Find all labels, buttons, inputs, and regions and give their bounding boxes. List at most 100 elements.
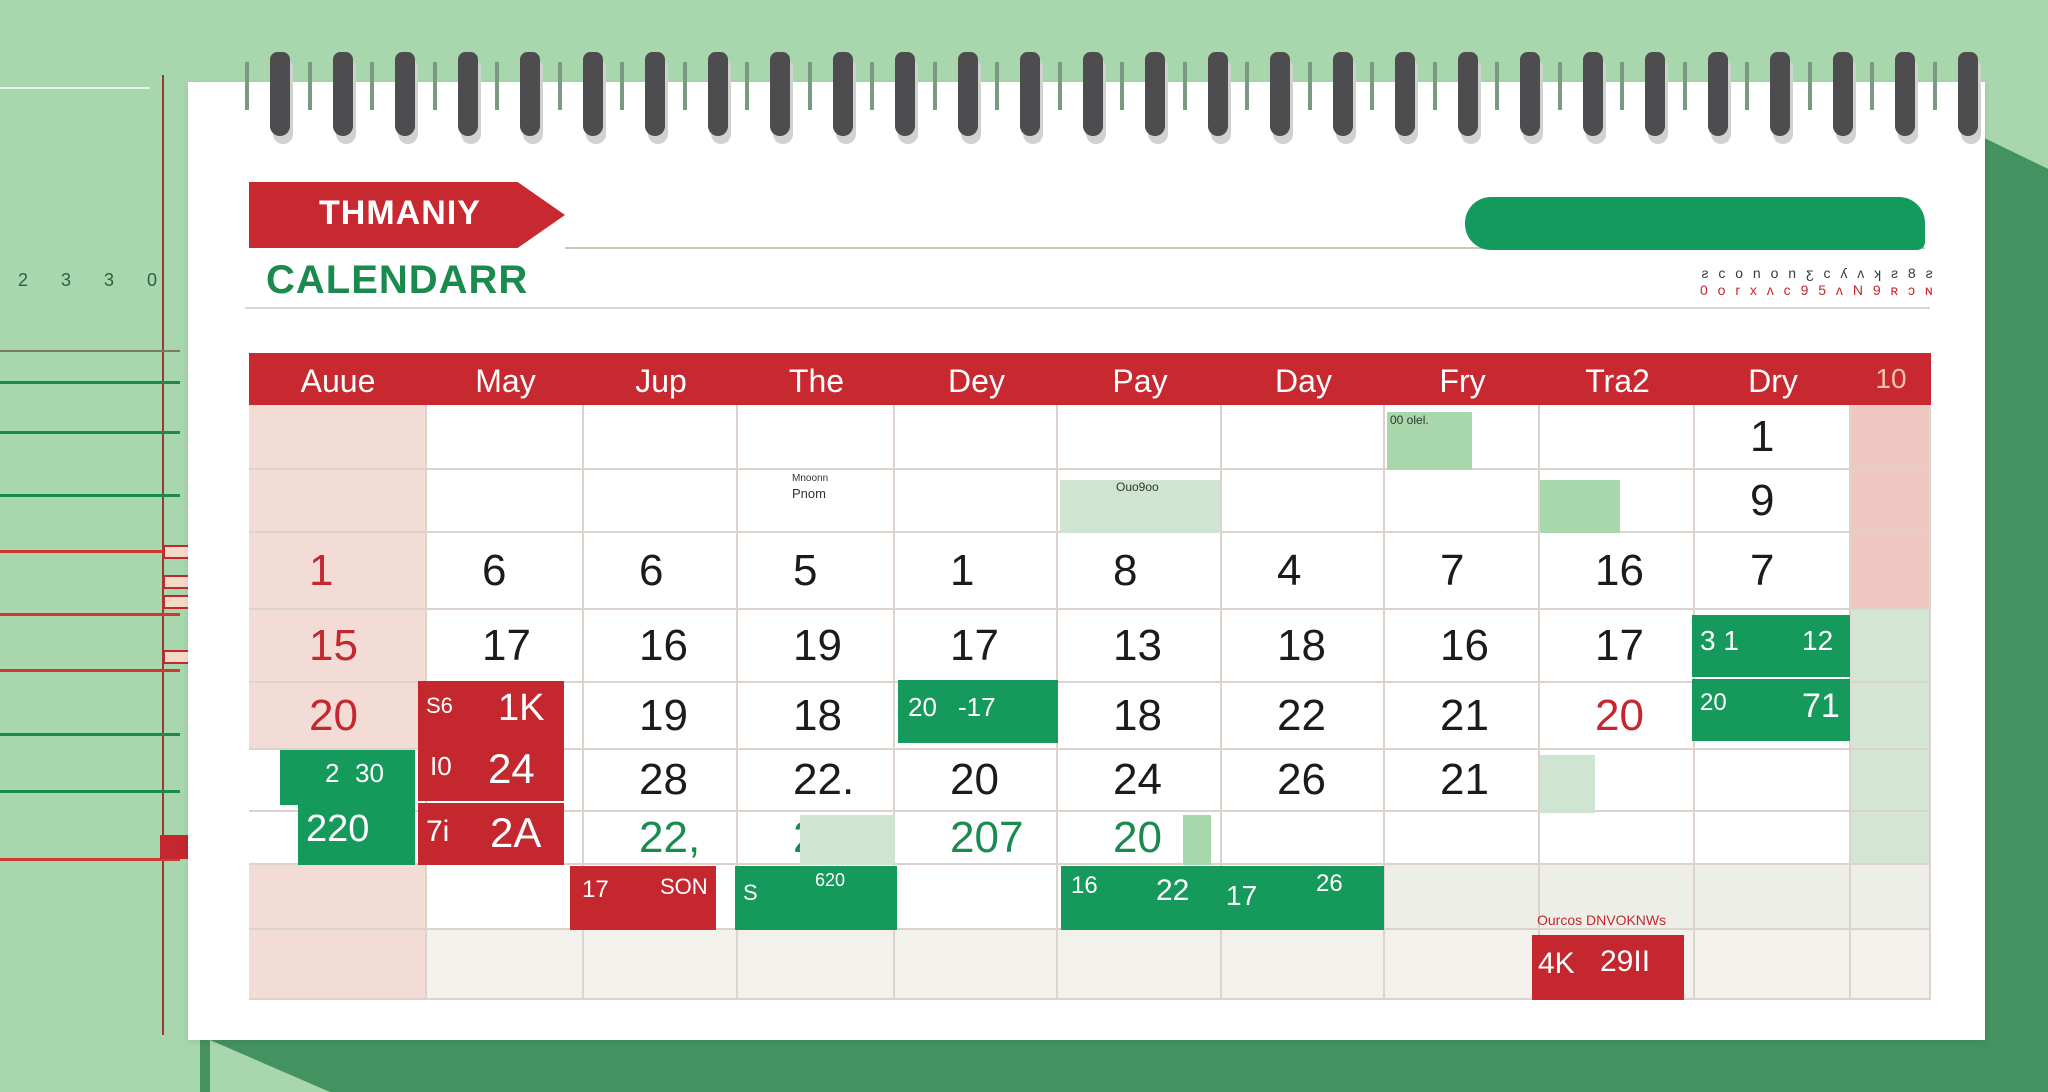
event-text: -17 [958, 692, 996, 722]
day-number: 18 [1277, 620, 1326, 670]
calendar-cell[interactable] [738, 405, 895, 470]
spiral-pin [495, 62, 499, 110]
calendar-cell[interactable] [895, 533, 1058, 610]
event-block[interactable]: 7i 2A [418, 803, 564, 865]
spiral-ring [1770, 52, 1790, 136]
spiral-ring [770, 52, 790, 136]
spiral-ring [332, 52, 353, 136]
left-rule [0, 550, 180, 553]
calendar-cell[interactable] [1851, 533, 1931, 610]
event-text: S6 [426, 693, 453, 718]
left-marker [163, 545, 191, 559]
calendar-cell[interactable] [1695, 812, 1851, 865]
left-marker [163, 595, 191, 609]
day-number: 8 [1113, 545, 1138, 595]
spiral-pin [1245, 62, 1249, 110]
calendar-cell[interactable] [1851, 405, 1931, 470]
calendar-cell[interactable] [1695, 750, 1851, 812]
calendar-cell[interactable] [427, 865, 584, 930]
calendar-cell[interactable] [1851, 683, 1931, 750]
event-block[interactable]: 16 22 17 26 [1061, 866, 1384, 930]
calendar-cell[interactable] [1540, 812, 1695, 865]
calendar-cell[interactable] [895, 405, 1058, 470]
day-number: 22 [1277, 690, 1326, 740]
left-rule [0, 350, 180, 352]
calendar-cell[interactable] [1851, 930, 1931, 1000]
spiral-ring [1582, 52, 1603, 136]
spiral-ring [895, 52, 915, 136]
calendar-cell[interactable] [249, 930, 427, 1000]
calendar-cell[interactable] [584, 470, 738, 533]
spiral-pin [1557, 62, 1562, 110]
day-number: 24 [1113, 755, 1162, 804]
event-block[interactable]: 4K 29II [1532, 935, 1684, 1000]
calendar-cell[interactable] [1851, 470, 1931, 533]
calendar-cell[interactable] [584, 405, 738, 470]
calendar-cell[interactable] [895, 930, 1058, 1000]
calendar-cell[interactable] [1851, 610, 1931, 683]
calendar-cell[interactable] [1385, 812, 1540, 865]
spiral-ring [1332, 52, 1353, 136]
calendar-cell[interactable] [427, 930, 584, 1000]
event-block[interactable]: 2 30 [280, 750, 415, 805]
day-number: 17 [950, 620, 999, 670]
calendar-cell[interactable] [249, 533, 427, 610]
event-block[interactable]: 3 1 12 [1692, 615, 1850, 677]
left-red-tab [160, 835, 188, 859]
calendar-cell[interactable] [895, 865, 1058, 930]
calendar-cell[interactable] [427, 405, 584, 470]
calendar-cell[interactable] [895, 470, 1058, 533]
day-number: 1 [950, 545, 975, 595]
day-number: 13 [1113, 620, 1162, 670]
calendar-cell[interactable] [1851, 750, 1931, 812]
event-block[interactable]: 220 [298, 800, 415, 865]
event-block[interactable]: S 620 [735, 866, 897, 930]
left-rule [0, 613, 180, 616]
event-text: 2 [325, 758, 340, 788]
event-block[interactable]: 17 SON [570, 866, 716, 930]
calendar-cell[interactable] [249, 470, 427, 533]
calendar-cell[interactable] [1851, 865, 1931, 930]
header-divider [245, 307, 1930, 309]
note-text: Ourcos DNVOKNWs [1537, 912, 1667, 928]
spiral-ring [707, 52, 728, 136]
event-text: 20 [1700, 689, 1727, 716]
spiral-pin [682, 62, 687, 110]
spiral-pin [1932, 62, 1937, 110]
event-block[interactable]: 20 71 [1692, 679, 1850, 741]
calendar-cell[interactable] [1695, 865, 1851, 930]
event-block[interactable]: S6 1K [418, 681, 564, 741]
calendar-cell[interactable] [584, 930, 738, 1000]
event-block[interactable]: 20 -17 [898, 680, 1058, 743]
event-block[interactable]: I0 24 [418, 741, 564, 801]
calendar-cell[interactable] [1222, 533, 1385, 610]
calendar-cell[interactable] [1222, 812, 1385, 865]
calendar-cell[interactable] [1222, 470, 1385, 533]
calendar-cell[interactable] [249, 405, 427, 470]
spiral-pin [370, 62, 374, 110]
spiral-pin [432, 62, 437, 110]
calendar-cell[interactable] [1851, 812, 1931, 865]
day-number: 5 [793, 545, 818, 595]
mint-marker [800, 815, 895, 865]
day-number: 22, [639, 812, 701, 862]
calendar-cell[interactable] [738, 930, 895, 1000]
calendar-cell[interactable] [1385, 930, 1540, 1000]
mint-marker [1540, 755, 1595, 813]
calendar-cell[interactable] [1058, 405, 1222, 470]
calendar-cell[interactable] [1385, 865, 1540, 930]
spiral-pin [745, 62, 749, 110]
calendar-cell[interactable] [1058, 930, 1222, 1000]
calendar-cell[interactable] [1222, 405, 1385, 470]
calendar-cell[interactable] [1058, 533, 1222, 610]
calendar-cell[interactable] [1385, 470, 1540, 533]
calendar-cell[interactable] [427, 470, 584, 533]
calendar-cell[interactable] [1540, 405, 1695, 470]
calendar-cell[interactable] [1222, 930, 1385, 1000]
fine-print-line-2: 0 o r x ʌ c 9 5 ʌ N 9 ʀ ɔ ɴ [1700, 282, 1936, 298]
calendar-cell[interactable] [249, 865, 427, 930]
spiral-pin [1682, 62, 1687, 110]
left-rule [0, 431, 180, 434]
day-header: Auue [300, 363, 376, 399]
calendar-cell[interactable] [1695, 930, 1851, 1000]
